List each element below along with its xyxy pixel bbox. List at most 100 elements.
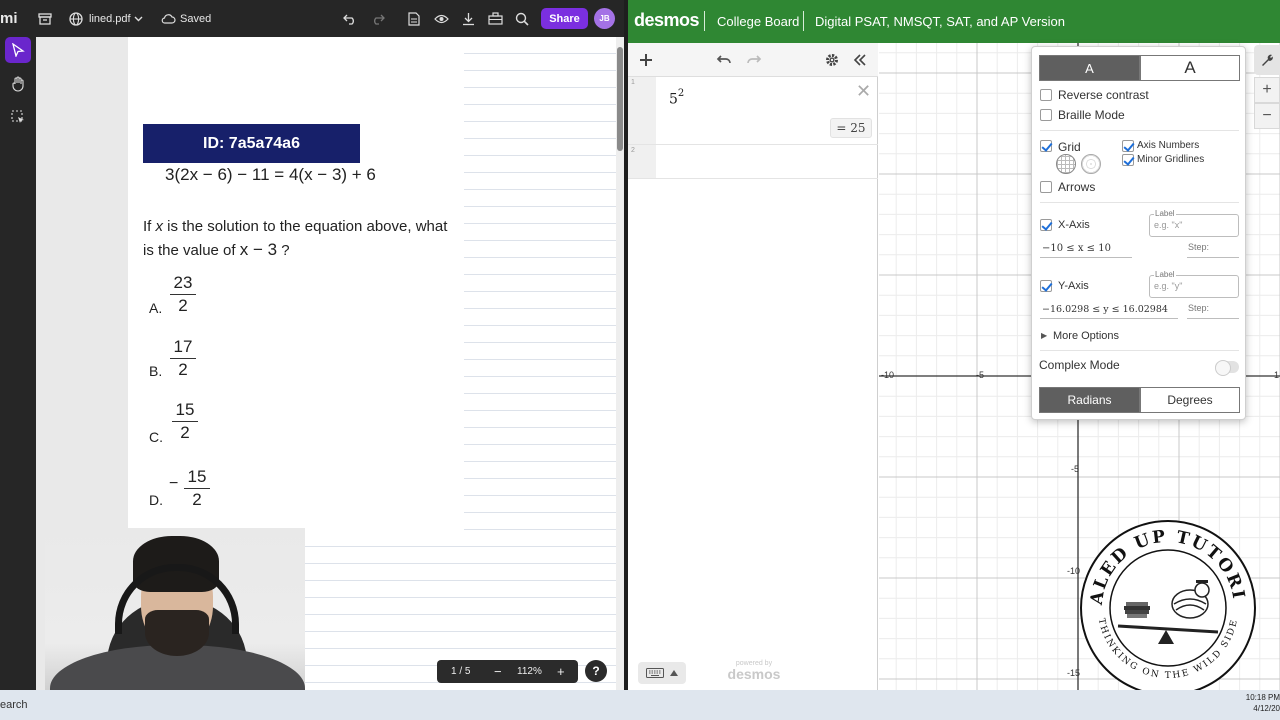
wrench-icon[interactable] bbox=[1254, 45, 1280, 75]
arrows-checkbox[interactable] bbox=[1040, 181, 1052, 193]
degrees-button[interactable]: Degrees bbox=[1140, 387, 1240, 413]
undo-icon[interactable] bbox=[712, 48, 736, 72]
search-icon[interactable] bbox=[515, 0, 529, 37]
org-name: College Board bbox=[717, 14, 800, 29]
x-tick-label: 1 bbox=[1274, 370, 1280, 380]
file-name[interactable]: lined.pdf bbox=[89, 0, 131, 37]
vertical-scrollbar[interactable] bbox=[616, 37, 624, 690]
font-size-large-button[interactable]: A bbox=[1140, 55, 1240, 81]
zoom-out-icon[interactable]: − bbox=[1254, 103, 1280, 129]
zoom-in-icon[interactable]: + bbox=[1254, 77, 1280, 103]
caret-up-icon bbox=[670, 670, 678, 676]
choice-a-letter: A. bbox=[149, 300, 163, 316]
taskbar-search[interactable]: earch bbox=[0, 699, 28, 711]
expression-panel: 1 52 ✕ = 25 2 powered by desmos bbox=[628, 43, 878, 690]
zoom-in-button[interactable]: + bbox=[557, 660, 565, 683]
choice-d-letter: D. bbox=[149, 492, 163, 508]
avatar[interactable]: JB bbox=[594, 8, 615, 29]
redo-icon[interactable] bbox=[371, 0, 385, 37]
font-size-small-button[interactable]: A bbox=[1039, 55, 1140, 81]
reverse-contrast-label: Reverse contrast bbox=[1058, 88, 1149, 102]
desmos-header: desmos College Board Digital PSAT, NMSQT… bbox=[628, 0, 1280, 43]
expression-toolbar bbox=[628, 43, 878, 77]
globe-icon[interactable] bbox=[69, 0, 83, 37]
grid-label: Grid bbox=[1058, 140, 1081, 154]
x-step-label: Step: bbox=[1188, 242, 1210, 252]
hand-tool-icon[interactable] bbox=[5, 71, 31, 97]
eye-icon[interactable] bbox=[434, 0, 449, 37]
question-text: If x is the solution to the equation abo… bbox=[143, 218, 448, 259]
gear-icon[interactable] bbox=[820, 48, 844, 72]
archive-icon[interactable] bbox=[38, 0, 52, 37]
download-icon[interactable] bbox=[462, 0, 475, 37]
minor-gridlines-checkbox[interactable] bbox=[1122, 154, 1134, 166]
page-zoom-controls: 1 / 5 − 112% + bbox=[437, 660, 578, 683]
scroll-thumb[interactable] bbox=[617, 47, 623, 151]
expression-result: = 25 bbox=[830, 118, 872, 138]
arrows-label: Arrows bbox=[1058, 180, 1096, 194]
axis-numbers-label: Axis Numbers bbox=[1137, 140, 1200, 151]
more-options-link[interactable]: More Options bbox=[1053, 330, 1119, 342]
y-range[interactable]: −16.0298 ≤ y ≤ 16.02984 bbox=[1042, 304, 1168, 315]
graph-settings-panel: A A Reverse contrast Braille Mode Grid A… bbox=[1031, 46, 1246, 420]
collapse-panel-icon[interactable] bbox=[848, 48, 872, 72]
reverse-contrast-checkbox[interactable] bbox=[1040, 89, 1052, 101]
select-tool-icon[interactable] bbox=[5, 37, 31, 63]
delete-expression-icon[interactable]: ✕ bbox=[856, 81, 871, 102]
undo-icon[interactable] bbox=[343, 0, 357, 37]
y-tick-label: -5 bbox=[1071, 464, 1080, 474]
zoom-out-button[interactable]: − bbox=[494, 660, 502, 683]
zoom-level[interactable]: 112% bbox=[517, 660, 542, 683]
pdf-tool-sidebar bbox=[0, 37, 36, 690]
x-tick-label: -5 bbox=[976, 370, 985, 380]
question-id-label: ID: 7a5a74a6 bbox=[143, 124, 360, 163]
equation: 3(2x − 6) − 11 = 4(x − 3) + 6 bbox=[165, 165, 376, 184]
complex-mode-label: Complex Mode bbox=[1039, 358, 1120, 372]
radians-button[interactable]: Radians bbox=[1039, 387, 1140, 413]
pdf-topbar: mi lined.pdf Saved Share JB bbox=[0, 0, 624, 37]
braille-mode-checkbox[interactable] bbox=[1040, 109, 1052, 121]
keyboard-toggle-button[interactable] bbox=[638, 662, 686, 684]
share-button[interactable]: Share bbox=[541, 8, 588, 29]
choice-d-fraction: 15 2 bbox=[184, 467, 210, 510]
add-expression-icon[interactable] bbox=[634, 48, 658, 72]
x-axis-label: X-Axis bbox=[1058, 219, 1090, 231]
caret-right-icon[interactable]: ▶ bbox=[1041, 331, 1047, 340]
x-axis-label-input[interactable]: Label e.g. "x" bbox=[1149, 209, 1239, 237]
font-size-toggle: A A bbox=[1039, 55, 1240, 81]
angle-mode-toggle: Radians Degrees bbox=[1039, 387, 1240, 413]
expression-row[interactable]: 2 bbox=[628, 145, 878, 179]
choice-c-letter: C. bbox=[149, 429, 163, 445]
choice-b-fraction: 17 2 bbox=[170, 337, 196, 380]
cloud-icon bbox=[161, 0, 176, 37]
y-step-label: Step: bbox=[1188, 303, 1210, 313]
redo-icon[interactable] bbox=[742, 48, 766, 72]
choice-b-letter: B. bbox=[149, 363, 163, 379]
help-button[interactable]: ? bbox=[585, 660, 607, 682]
y-axis-label-input[interactable]: Label e.g. "y" bbox=[1149, 270, 1239, 298]
document-icon[interactable] bbox=[408, 0, 420, 37]
grid-checkbox[interactable] bbox=[1040, 140, 1052, 152]
x-range[interactable]: −10 ≤ x ≤ 10 bbox=[1042, 243, 1111, 254]
area-select-icon[interactable] bbox=[5, 104, 31, 130]
cartesian-grid-icon[interactable] bbox=[1056, 154, 1076, 174]
choice-a-fraction: 23 2 bbox=[170, 273, 196, 316]
x-axis-checkbox[interactable] bbox=[1040, 219, 1052, 231]
x-tick-label: -10 bbox=[881, 370, 895, 380]
complex-mode-toggle[interactable] bbox=[1215, 360, 1239, 376]
app-logo: mi bbox=[0, 10, 18, 27]
y-axis-checkbox[interactable] bbox=[1040, 280, 1052, 292]
save-status: Saved bbox=[180, 12, 212, 25]
taskbar-clock[interactable]: 10:18 PM 4/12/20 bbox=[1240, 692, 1280, 714]
chevron-down-icon[interactable] bbox=[134, 0, 143, 37]
expression-math[interactable]: 52 bbox=[669, 88, 684, 108]
taskbar bbox=[0, 690, 1280, 720]
braille-mode-label: Braille Mode bbox=[1058, 108, 1125, 122]
polar-grid-icon[interactable] bbox=[1081, 154, 1101, 174]
desmos-logo: desmos bbox=[634, 10, 700, 30]
keyboard-icon bbox=[646, 668, 664, 678]
toolbox-icon[interactable] bbox=[488, 0, 503, 37]
choice-d-sign: − bbox=[169, 475, 179, 492]
axis-numbers-checkbox[interactable] bbox=[1122, 140, 1134, 152]
page-indicator[interactable]: 1 / 5 bbox=[451, 660, 470, 683]
